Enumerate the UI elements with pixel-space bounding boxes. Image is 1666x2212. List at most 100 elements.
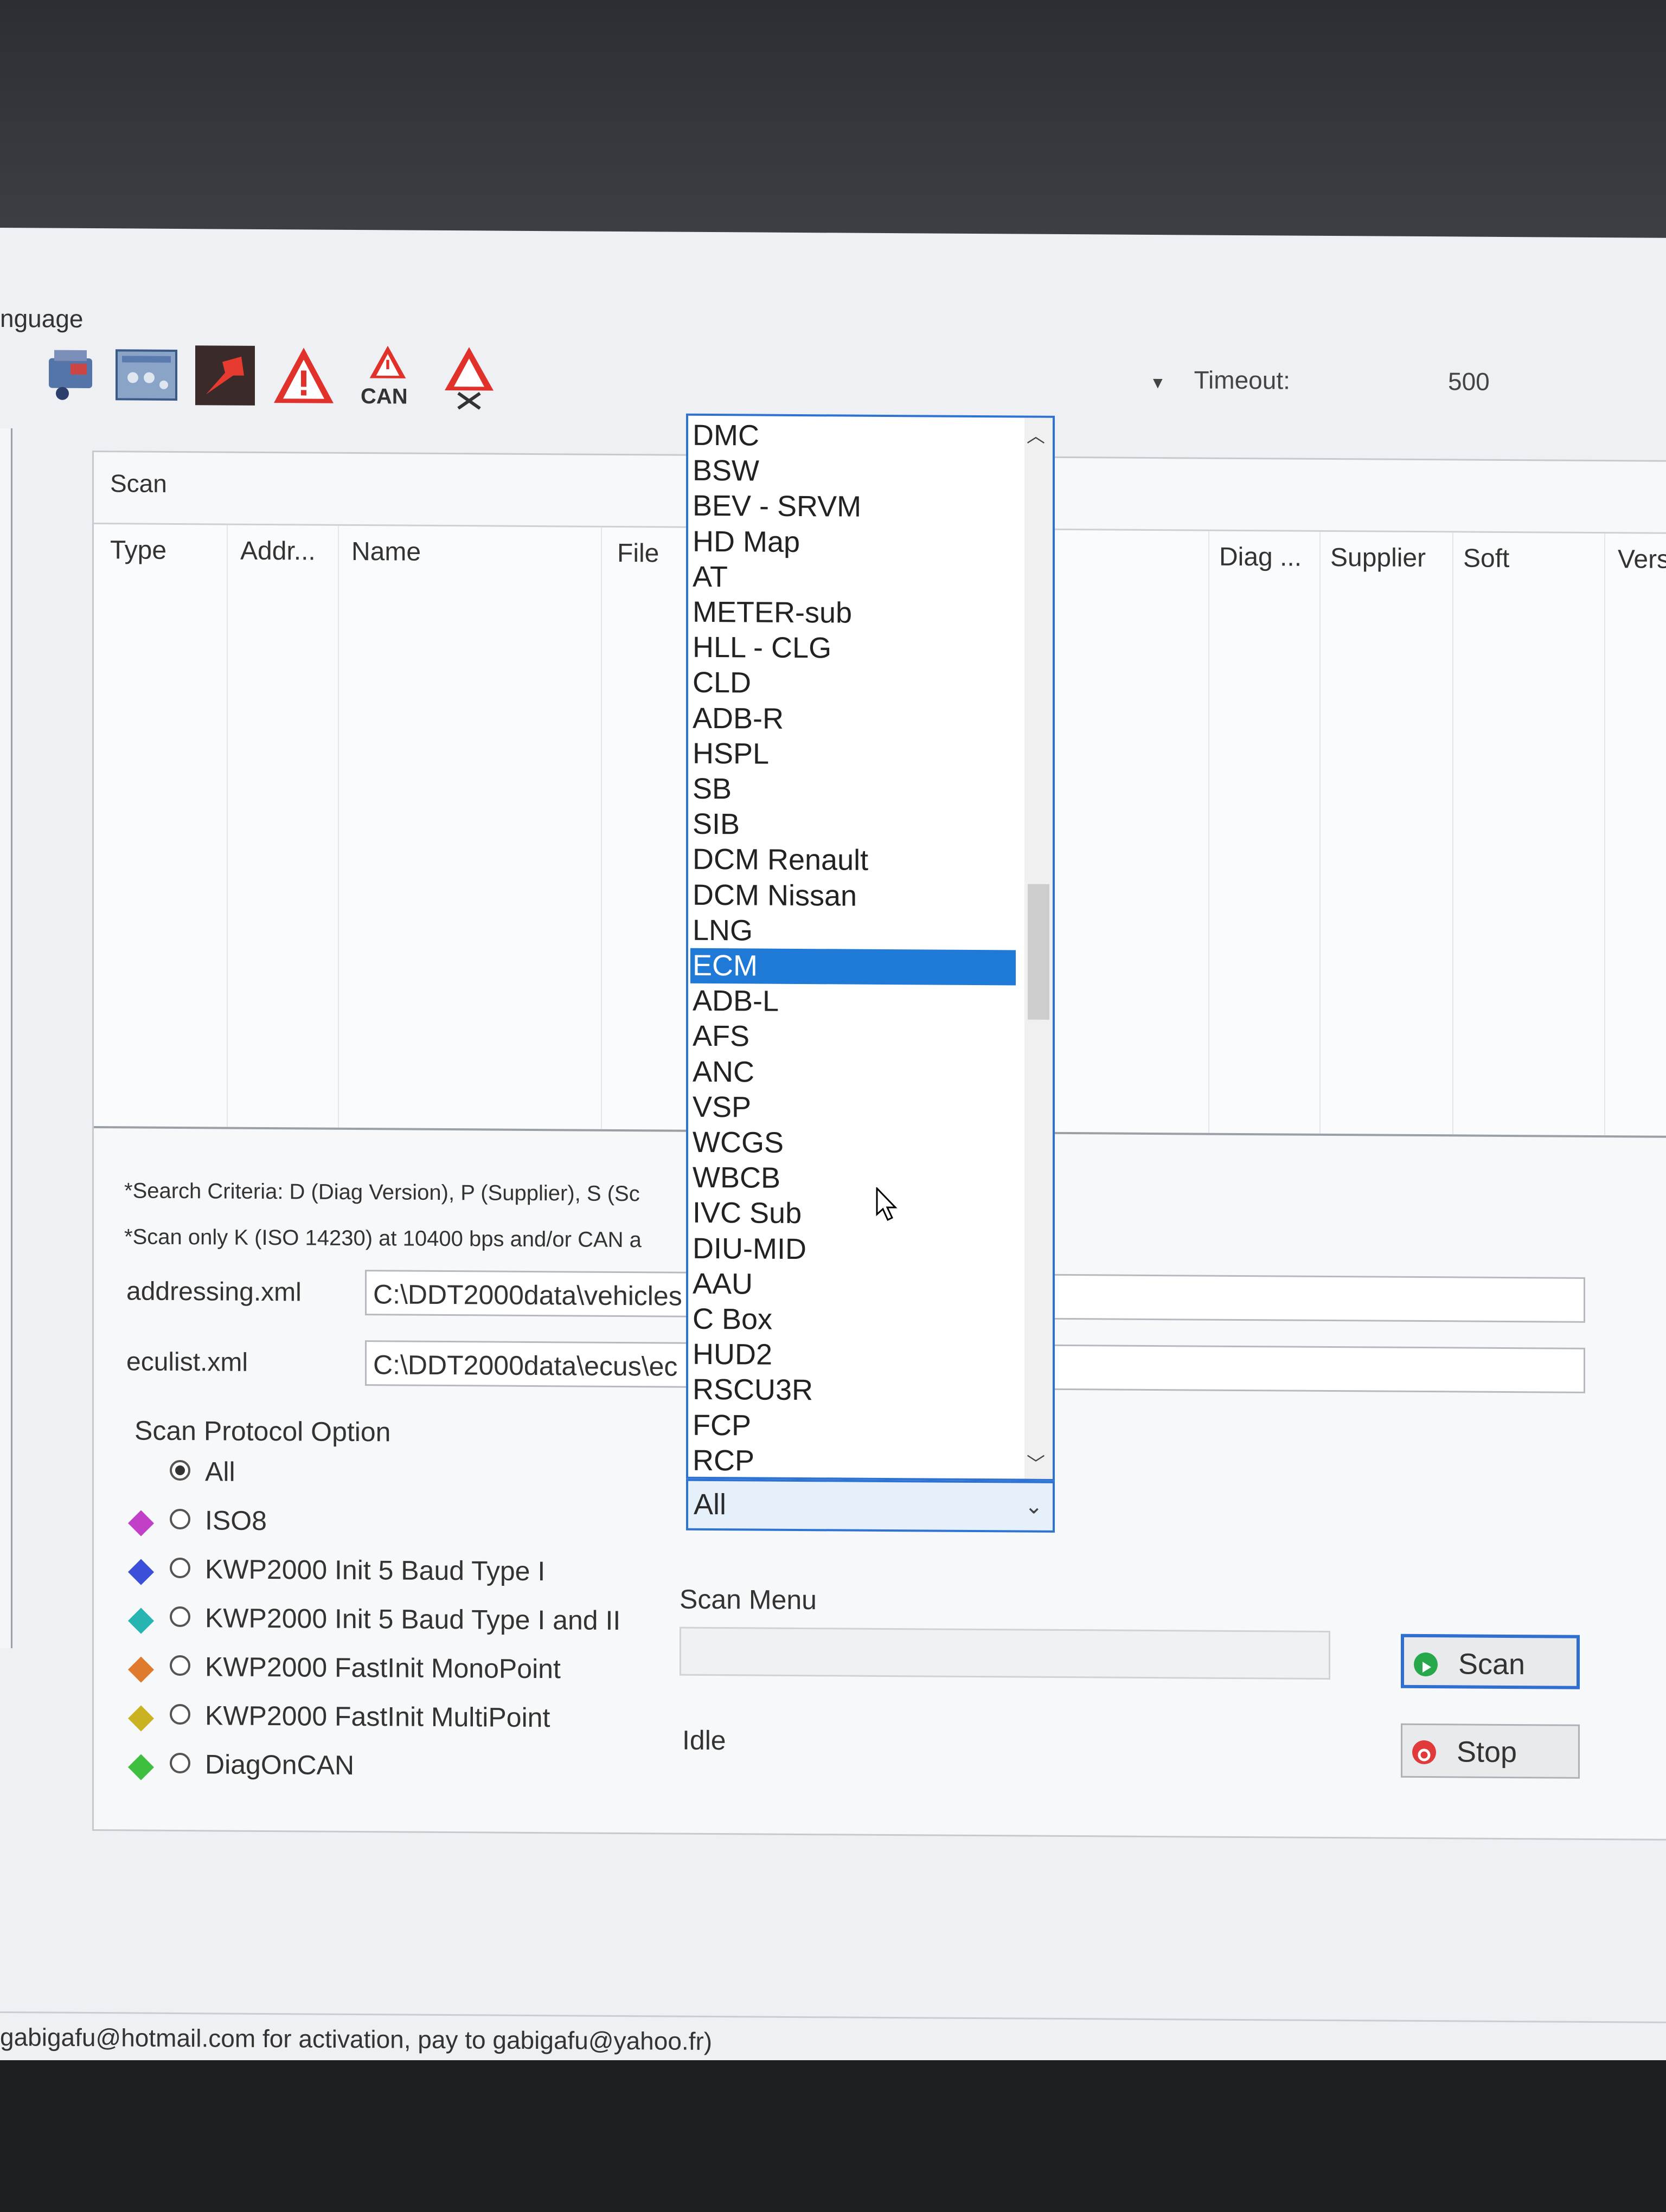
stop-icon <box>1412 1740 1436 1765</box>
dropdown-option[interactable]: SIB <box>690 807 1016 844</box>
radio-button[interactable] <box>170 1655 190 1676</box>
dropdown-option[interactable]: ADB-L <box>690 983 1016 1021</box>
timeout-label-group: ▼ Timeout: <box>1150 365 1290 395</box>
dropdown-option[interactable]: DCM Renault <box>690 842 1016 879</box>
column-divider <box>227 525 228 1127</box>
dropdown-option[interactable]: ANC <box>690 1054 1016 1091</box>
pin-icon[interactable] <box>193 343 258 408</box>
dropdown-option[interactable]: CLD <box>690 665 1016 703</box>
column-header-supplier[interactable]: Supplier <box>1330 543 1426 573</box>
column-divider <box>1319 531 1321 1134</box>
mouse-cursor-icon <box>876 1187 898 1221</box>
scan-button[interactable]: Scan <box>1401 1634 1580 1689</box>
dropdown-option[interactable]: METER-sub <box>690 595 1016 632</box>
dropdown-option[interactable]: LNG <box>690 913 1016 950</box>
dropdown-option[interactable]: RSCU3R <box>690 1372 1016 1410</box>
status-text: Idle <box>682 1725 726 1756</box>
column-divider <box>338 525 339 1128</box>
dropdown-option[interactable]: VSP <box>690 1090 1016 1127</box>
column-divider <box>1208 531 1209 1133</box>
combo-value: All <box>694 1488 727 1521</box>
protocol-label: KWP2000 Init 5 Baud Type I <box>205 1554 546 1587</box>
toolbar: CAN <box>0 342 542 432</box>
dropdown-scrollbar[interactable]: ︿ ﹀ <box>1024 417 1053 1479</box>
timeout-value[interactable]: 500 <box>1448 366 1490 396</box>
dropdown-option[interactable]: ADB-R <box>690 700 1016 738</box>
diamond-icon <box>127 1607 155 1634</box>
dropdown-option[interactable]: HSPL <box>690 736 1016 774</box>
radio-button[interactable] <box>170 1508 190 1530</box>
column-divider <box>601 527 602 1129</box>
column-header-address[interactable]: Addr... <box>240 536 316 567</box>
ecu-combo-box[interactable]: All ⌄ <box>686 1478 1055 1533</box>
diamond-icon <box>127 1656 155 1683</box>
eculist-label: eculist.xml <box>126 1347 248 1377</box>
dropdown-option[interactable]: SB <box>690 771 1016 809</box>
ecu-chip-icon[interactable] <box>38 342 103 407</box>
partial-icon[interactable] <box>0 342 27 407</box>
dropdown-option[interactable]: DIU-MID <box>690 1231 1016 1268</box>
dropdown-option[interactable]: HUD2 <box>690 1337 1016 1374</box>
column-header-version[interactable]: Vers <box>1618 544 1666 575</box>
settings-panel-icon[interactable] <box>114 342 179 408</box>
dropdown-option[interactable]: HD Map <box>690 524 1016 561</box>
dropdown-option[interactable]: WBCB <box>690 1160 1016 1198</box>
monitor-bezel-bottom <box>0 2060 1666 2212</box>
diamond-icon <box>127 1754 155 1780</box>
dropdown-option[interactable]: BEV - SRVM <box>690 488 1016 526</box>
dropdown-option[interactable]: IVC Sub <box>690 1195 1016 1233</box>
protocol-label: ISO8 <box>205 1505 267 1536</box>
dropdown-option[interactable]: AAU <box>690 1266 1016 1304</box>
radio-button[interactable] <box>170 1557 190 1579</box>
column-divider <box>1452 532 1453 1135</box>
chevron-down-icon[interactable]: ⌄ <box>1024 1483 1043 1530</box>
dropdown-option[interactable]: BSW <box>690 453 1016 491</box>
menu-language[interactable]: nguage <box>0 304 84 333</box>
radio-button[interactable] <box>170 1606 190 1628</box>
dropdown-option[interactable]: RCP <box>690 1443 1016 1481</box>
can-warning-icon[interactable]: CAN <box>355 344 420 409</box>
column-header-soft[interactable]: Soft <box>1463 543 1509 574</box>
column-header-diag[interactable]: Diag ... <box>1219 542 1302 573</box>
scan-progress-bar <box>680 1626 1330 1680</box>
protocol-label: KWP2000 FastInit MultiPoint <box>205 1700 550 1733</box>
protocol-label: KWP2000 FastInit MonoPoint <box>205 1651 561 1684</box>
dropdown-option[interactable]: DMC <box>690 418 1016 455</box>
dropdown-option[interactable]: ECM <box>690 948 1016 986</box>
panel-title: Scan <box>110 469 167 498</box>
column-header-file[interactable]: File <box>617 538 659 568</box>
column-divider <box>1604 533 1605 1136</box>
column-header-name[interactable]: Name <box>351 537 421 567</box>
status-bar-divider <box>0 2011 1666 2023</box>
dropdown-option[interactable]: AFS <box>690 1019 1016 1056</box>
scan-button-label: Scan <box>1458 1648 1526 1681</box>
footer-status-text: gabigafu@hotmail.com for activation, pay… <box>0 2023 713 2056</box>
dropdown-option[interactable]: DCM Nissan <box>690 877 1016 915</box>
stop-button[interactable]: Stop <box>1401 1723 1580 1779</box>
scroll-up-icon[interactable]: ︿ <box>1027 421 1045 448</box>
protocol-title: Scan Protocol Option <box>134 1415 391 1448</box>
scroll-down-icon[interactable]: ﹀ <box>1027 1449 1045 1476</box>
timeout-label: Timeout: <box>1194 365 1290 395</box>
addressing-label: addressing.xml <box>126 1277 302 1307</box>
dropdown-option[interactable]: C Box <box>690 1302 1016 1339</box>
dropdown-option[interactable]: FCP <box>690 1407 1016 1445</box>
diamond-icon <box>127 1510 155 1536</box>
warning-icon[interactable] <box>271 343 336 409</box>
dropdown-option[interactable]: WCGS <box>690 1125 1016 1162</box>
dropdown-option[interactable]: AT <box>690 560 1016 597</box>
scan-only-note: *Scan only K (ISO 14230) at 10400 bps an… <box>124 1225 642 1252</box>
column-header-type[interactable]: Type <box>110 535 166 565</box>
radio-button[interactable] <box>170 1459 190 1481</box>
warning-clear-icon[interactable] <box>437 344 502 410</box>
search-criteria-note: *Search Criteria: D (Diag Version), P (S… <box>124 1179 640 1206</box>
scrollbar-thumb[interactable] <box>1028 884 1049 1020</box>
app-window: nguage CAN ▼ Timeout: 500 Scan Type Addr… <box>0 228 1666 2076</box>
ecu-dropdown-list[interactable]: ︿ ﹀ DMC BSW BEV - SRVM HD Map AT METER-sub HLL… <box>686 413 1055 1481</box>
protocol-label: DiagOnCAN <box>205 1749 355 1780</box>
chevron-down-icon[interactable]: ▼ <box>1150 374 1166 392</box>
radio-button[interactable] <box>170 1703 190 1725</box>
left-side-panel <box>0 428 12 1649</box>
dropdown-option[interactable]: HLL - CLG <box>690 630 1016 667</box>
radio-button[interactable] <box>170 1752 190 1774</box>
